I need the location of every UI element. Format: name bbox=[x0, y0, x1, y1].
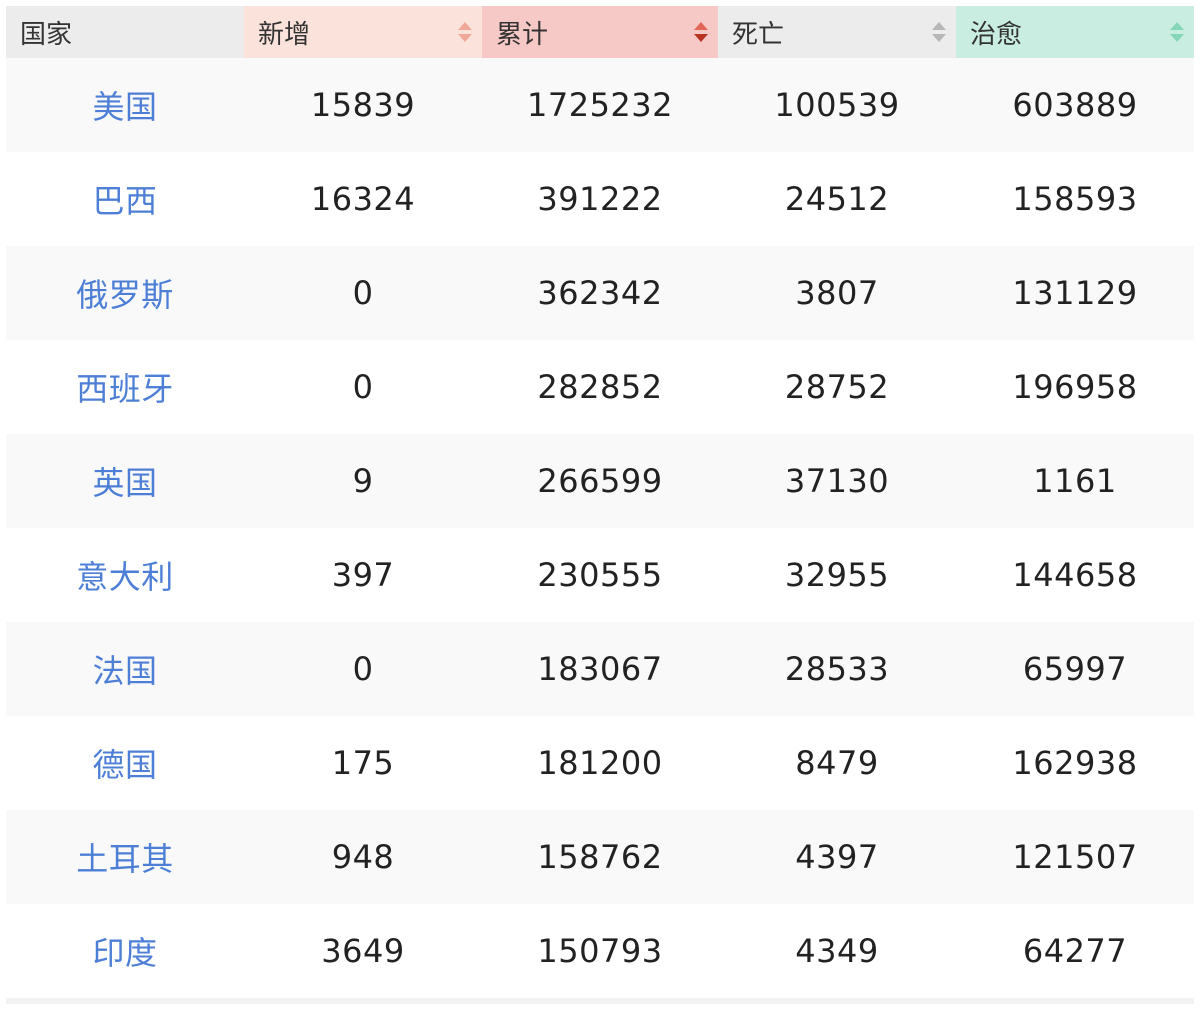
cell-new: 0 bbox=[352, 368, 374, 406]
country-link[interactable]: 土耳其 bbox=[6, 810, 244, 904]
sort-up-icon bbox=[1170, 22, 1184, 30]
table-row: 德国 175 181200 8479 162938 bbox=[6, 716, 1194, 810]
country-link[interactable]: 美国 bbox=[6, 58, 244, 152]
cell-recovered: 162938 bbox=[1012, 744, 1138, 782]
table-row: 意大利 397 230555 32955 144658 bbox=[6, 528, 1194, 622]
cell-recovered: 196958 bbox=[1012, 368, 1138, 406]
cell-total: 150793 bbox=[537, 932, 663, 970]
header-country[interactable]: 国家 bbox=[6, 6, 244, 58]
cell-new: 15839 bbox=[310, 86, 416, 124]
cell-deaths: 3807 bbox=[795, 274, 879, 312]
cell-new: 16324 bbox=[310, 180, 416, 218]
sort-icon[interactable] bbox=[458, 21, 472, 43]
header-label: 死亡 bbox=[732, 19, 785, 50]
header-new[interactable]: 新增 bbox=[244, 6, 482, 58]
cell-total: 266599 bbox=[537, 462, 663, 500]
header-label: 国家 bbox=[20, 19, 73, 50]
cell-new: 0 bbox=[352, 274, 374, 312]
cell-recovered: 65997 bbox=[1022, 650, 1128, 688]
sort-down-icon bbox=[932, 34, 946, 42]
cell-deaths: 28752 bbox=[784, 368, 890, 406]
sort-up-icon bbox=[458, 22, 472, 30]
table-body: 美国 15839 1725232 100539 603889 巴西 16324 391222 2… bbox=[6, 58, 1194, 998]
cell-new: 948 bbox=[331, 838, 395, 876]
sort-icon[interactable] bbox=[932, 21, 946, 43]
table-row: 法国 0 183067 28533 65997 bbox=[6, 622, 1194, 716]
cell-recovered: 158593 bbox=[1012, 180, 1138, 218]
cell-total: 158762 bbox=[537, 838, 663, 876]
cell-deaths: 8479 bbox=[795, 744, 879, 782]
sort-down-icon bbox=[458, 34, 472, 42]
cell-deaths: 100539 bbox=[774, 86, 900, 124]
header-deaths[interactable]: 死亡 bbox=[718, 6, 956, 58]
cell-total: 1725232 bbox=[526, 86, 673, 124]
table-row: 巴西 16324 391222 24512 158593 bbox=[6, 152, 1194, 246]
cell-deaths: 24512 bbox=[784, 180, 890, 218]
cell-recovered: 1161 bbox=[1033, 462, 1117, 500]
cell-deaths: 32955 bbox=[784, 556, 890, 594]
table-row: 土耳其 948 158762 4397 121507 bbox=[6, 810, 1194, 904]
cell-total: 362342 bbox=[537, 274, 663, 312]
header-recovered[interactable]: 治愈 bbox=[956, 6, 1194, 58]
cell-deaths: 28533 bbox=[784, 650, 890, 688]
country-link[interactable]: 印度 bbox=[6, 904, 244, 998]
sort-up-icon bbox=[694, 22, 708, 30]
header-label: 累计 bbox=[496, 19, 549, 50]
country-link[interactable]: 西班牙 bbox=[6, 340, 244, 434]
table-row: 俄罗斯 0 362342 3807 131129 bbox=[6, 246, 1194, 340]
cell-deaths: 4349 bbox=[795, 932, 879, 970]
sort-icon[interactable] bbox=[1170, 21, 1184, 43]
header-label: 治愈 bbox=[970, 19, 1023, 50]
header-label: 新增 bbox=[258, 19, 311, 50]
header-total[interactable]: 累计 bbox=[482, 6, 718, 58]
table-row: 印度 3649 150793 4349 64277 bbox=[6, 904, 1194, 998]
country-link[interactable]: 意大利 bbox=[6, 528, 244, 622]
cell-recovered: 144658 bbox=[1012, 556, 1138, 594]
table-row: 英国 9 266599 37130 1161 bbox=[6, 434, 1194, 528]
table-row: 美国 15839 1725232 100539 603889 bbox=[6, 58, 1194, 152]
country-link[interactable]: 俄罗斯 bbox=[6, 246, 244, 340]
cell-total: 282852 bbox=[537, 368, 663, 406]
cell-new: 175 bbox=[331, 744, 395, 782]
cell-recovered: 131129 bbox=[1012, 274, 1138, 312]
table-header: 国家 新增 累计 死亡 治愈 bbox=[6, 6, 1194, 58]
country-link[interactable]: 法国 bbox=[6, 622, 244, 716]
cell-deaths: 37130 bbox=[784, 462, 890, 500]
table-bottom-divider bbox=[6, 998, 1194, 1004]
cell-new: 397 bbox=[331, 556, 395, 594]
cell-new: 3649 bbox=[321, 932, 405, 970]
cell-total: 183067 bbox=[537, 650, 663, 688]
sort-down-icon bbox=[694, 34, 708, 42]
country-link[interactable]: 巴西 bbox=[6, 152, 244, 246]
cell-new: 9 bbox=[352, 462, 374, 500]
cell-recovered: 121507 bbox=[1012, 838, 1138, 876]
sort-down-icon bbox=[1170, 34, 1184, 42]
cell-total: 181200 bbox=[537, 744, 663, 782]
cell-total: 230555 bbox=[537, 556, 663, 594]
cell-deaths: 4397 bbox=[795, 838, 879, 876]
country-link[interactable]: 德国 bbox=[6, 716, 244, 810]
table-row: 西班牙 0 282852 28752 196958 bbox=[6, 340, 1194, 434]
country-link[interactable]: 英国 bbox=[6, 434, 244, 528]
cell-total: 391222 bbox=[537, 180, 663, 218]
sort-icon[interactable] bbox=[694, 21, 708, 43]
cell-recovered: 603889 bbox=[1012, 86, 1138, 124]
data-table: 国家 新增 累计 死亡 治愈 美国 15839 1725232 100539 60388… bbox=[6, 6, 1194, 1004]
sort-up-icon bbox=[932, 22, 946, 30]
cell-recovered: 64277 bbox=[1022, 932, 1128, 970]
cell-new: 0 bbox=[352, 650, 374, 688]
